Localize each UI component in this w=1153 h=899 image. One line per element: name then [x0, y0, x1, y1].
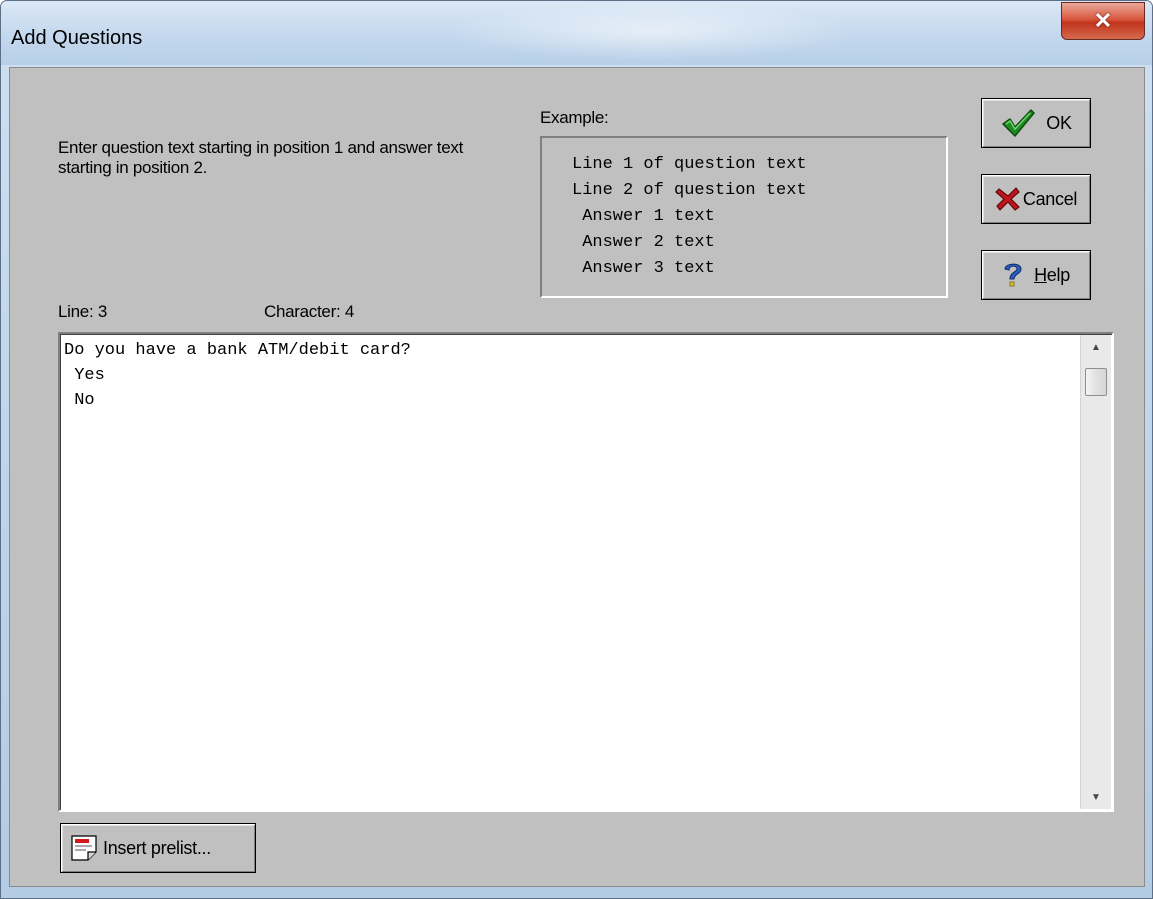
scroll-up-arrow-icon[interactable]: ▲ — [1081, 335, 1111, 359]
scroll-down-arrow-icon[interactable]: ▼ — [1081, 785, 1111, 809]
line-indicator: Line: 3 — [58, 302, 107, 322]
help-button-label: Help — [1034, 265, 1070, 286]
character-label: Character: — [264, 302, 341, 321]
example-box: Line 1 of question text Line 2 of questio… — [540, 136, 948, 298]
dialog-client-area: Enter question text starting in position… — [9, 67, 1145, 887]
help-label-rest: elp — [1046, 264, 1070, 285]
title-bar[interactable]: Add Questions ✕ — [1, 1, 1152, 65]
help-mnemonic: H — [1034, 264, 1047, 285]
example-line: Line 2 of question text — [572, 181, 807, 200]
cancel-button-label: Cancel — [1022, 188, 1078, 209]
example-line: Answer 3 text — [572, 259, 715, 278]
question-editor[interactable]: Do you have a bank ATM/debit card? Yes N… — [58, 332, 1114, 812]
close-icon: ✕ — [1093, 8, 1113, 33]
character-value: 4 — [344, 302, 354, 321]
example-line: Answer 2 text — [572, 233, 715, 252]
cancel-button[interactable]: Cancel — [981, 174, 1091, 224]
document-icon — [69, 832, 101, 864]
window-title: Add Questions — [11, 27, 143, 49]
line-label: Line: — [58, 302, 94, 321]
ok-button[interactable]: OK — [981, 98, 1091, 148]
example-label: Example: — [540, 108, 609, 127]
insert-prelist-label: Insert prelist... — [103, 837, 211, 858]
red-x-icon — [995, 186, 1021, 212]
instructions-text: Enter question text starting in position… — [58, 138, 464, 177]
editor-line[interactable]: Do you have a bank ATM/debit card? — [64, 338, 1074, 363]
close-button[interactable]: ✕ — [1061, 2, 1145, 40]
example-line: Answer 1 text — [572, 207, 715, 226]
editor-line[interactable]: No — [64, 388, 1074, 413]
help-button[interactable]: Help — [981, 250, 1091, 300]
add-questions-dialog: Add Questions ✕ Enter question text star… — [0, 0, 1153, 899]
editor-line[interactable]: Yes — [64, 363, 1074, 388]
editor-text[interactable]: Do you have a bank ATM/debit card? Yes N… — [64, 338, 1074, 804]
scroll-thumb[interactable] — [1085, 368, 1107, 396]
vertical-scrollbar[interactable]: ▲ ▼ — [1080, 335, 1111, 809]
example-line: Line 1 of question text — [572, 155, 807, 174]
title-bar-glow — [441, 1, 861, 61]
question-mark-icon — [1002, 261, 1024, 289]
line-value: 3 — [97, 302, 107, 321]
character-indicator: Character: 4 — [264, 302, 354, 322]
insert-prelist-button[interactable]: Insert prelist... — [60, 823, 256, 873]
ok-button-label: OK — [1046, 112, 1072, 133]
checkmark-icon — [1000, 107, 1036, 139]
